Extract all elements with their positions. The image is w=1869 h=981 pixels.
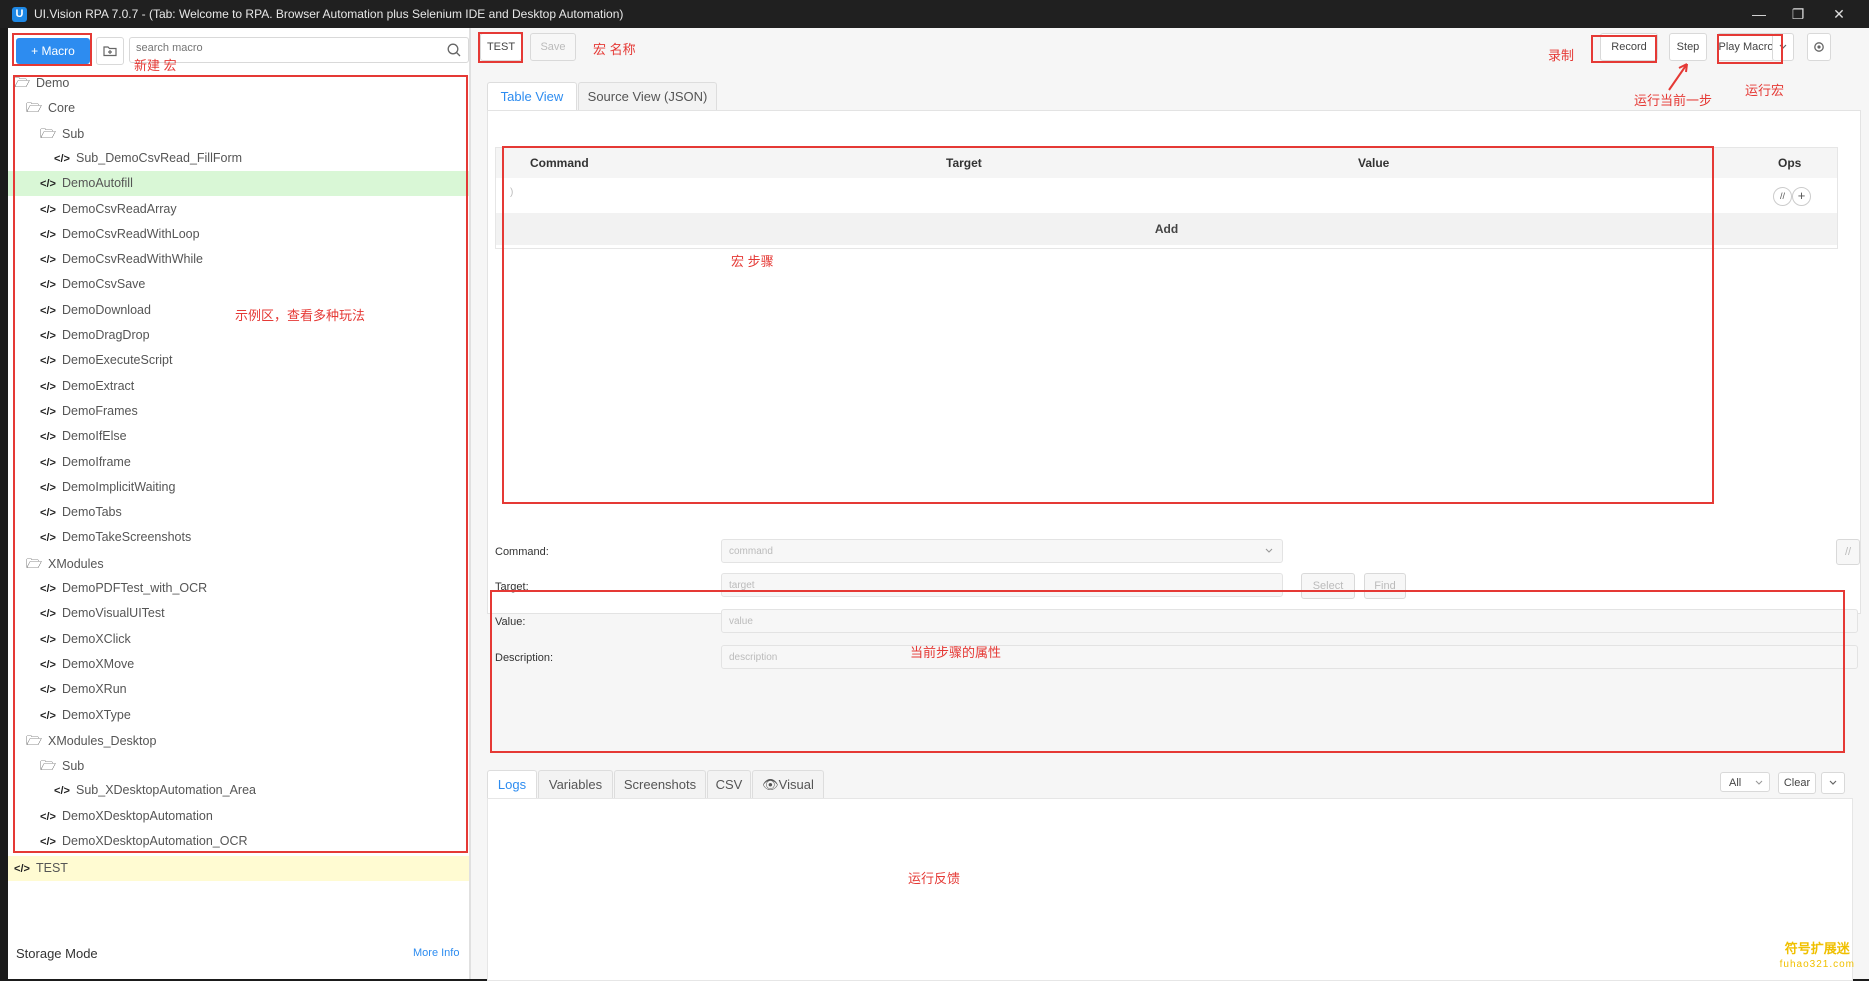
logs-menu-button[interactable] <box>1821 772 1845 794</box>
tab-csv[interactable]: CSV <box>707 770 751 799</box>
step-button[interactable]: Step <box>1669 33 1707 61</box>
annotation-box-properties <box>490 590 1845 753</box>
logs-tabs: Logs Variables Screenshots CSV 👁Visual <box>487 770 824 799</box>
minimize-button[interactable]: — <box>1744 4 1774 24</box>
clear-logs-button[interactable]: Clear <box>1778 772 1816 794</box>
annotation-box-steps <box>502 146 1714 504</box>
code-icon: </> <box>14 863 30 876</box>
tree-item-label: TEST <box>36 861 68 876</box>
tab-table-view[interactable]: Table View <box>487 82 577 111</box>
annotation-step: 运行当前一步 <box>1634 93 1713 108</box>
search-icon[interactable] <box>446 42 462 58</box>
col-ops: Ops <box>1778 156 1802 170</box>
folder-plus-icon <box>103 46 117 57</box>
annotation-box-macro-name <box>478 32 523 63</box>
comment-toggle-button[interactable]: // <box>1773 187 1792 206</box>
comment-step-button[interactable]: // <box>1836 539 1860 565</box>
tab-visual[interactable]: 👁Visual <box>752 770 824 799</box>
command-select[interactable]: command <box>721 539 1283 563</box>
annotation-box-new-macro <box>12 33 92 66</box>
watermark: 符号扩展迷 fuhao321.com <box>1780 942 1855 972</box>
new-folder-button[interactable] <box>96 37 124 65</box>
watermark-title: 符号扩展迷 <box>1784 941 1850 956</box>
log-filter-select[interactable]: All <box>1720 772 1770 792</box>
tab-variables[interactable]: Variables <box>538 770 613 799</box>
annotation-new-macro: 新建 宏 <box>134 58 177 73</box>
maximize-button[interactable]: ❐ <box>1783 4 1813 24</box>
tab-source-view[interactable]: Source View (JSON) <box>578 82 717 111</box>
storage-mode-label: Storage Mode <box>16 946 98 961</box>
chevron-down-icon <box>1755 780 1763 785</box>
title-bar: U UI.Vision RPA 7.0.7 - (Tab: Welcome to… <box>0 0 1869 28</box>
search-field[interactable] <box>129 37 469 63</box>
annotation-examples: 示例区，查看多种玩法 <box>235 308 366 323</box>
watermark-url: fuhao321.com <box>1779 959 1855 970</box>
annotation-box-play <box>1717 34 1783 64</box>
annotation-feedback: 运行反馈 <box>908 871 961 886</box>
more-info-link[interactable]: More Info <box>413 947 459 959</box>
insert-row-button[interactable]: + <box>1792 187 1811 206</box>
annotation-arrow <box>1668 63 1688 91</box>
editor-tabs: Table View Source View (JSON) <box>487 82 787 111</box>
annotation-box-examples <box>13 75 468 853</box>
tab-screenshots[interactable]: Screenshots <box>614 770 706 799</box>
chevron-down-icon <box>1829 780 1837 785</box>
app-logo-icon: U <box>12 7 27 22</box>
log-filter-value: All <box>1729 777 1742 789</box>
annotation-macro-name: 宏 名称 <box>593 42 636 57</box>
save-button[interactable]: Save <box>530 33 576 61</box>
chevron-down-icon <box>1265 548 1273 553</box>
annotation-box-record <box>1591 35 1657 63</box>
annotation-record: 录制 <box>1548 48 1575 63</box>
tab-logs[interactable]: Logs <box>487 770 537 799</box>
close-button[interactable]: ✕ <box>1824 4 1854 24</box>
logs-output <box>487 798 1853 981</box>
annotation-properties: 当前步骤的属性 <box>910 645 1002 660</box>
gear-icon <box>1814 42 1824 52</box>
settings-button[interactable] <box>1807 33 1831 61</box>
window-title: UI.Vision RPA 7.0.7 - (Tab: Welcome to R… <box>34 7 624 21</box>
annotation-steps: 宏 步骤 <box>731 254 774 269</box>
macro-item[interactable]: </> TEST <box>8 856 469 882</box>
annotation-play: 运行宏 <box>1745 83 1785 98</box>
command-label: Command: <box>495 546 549 558</box>
